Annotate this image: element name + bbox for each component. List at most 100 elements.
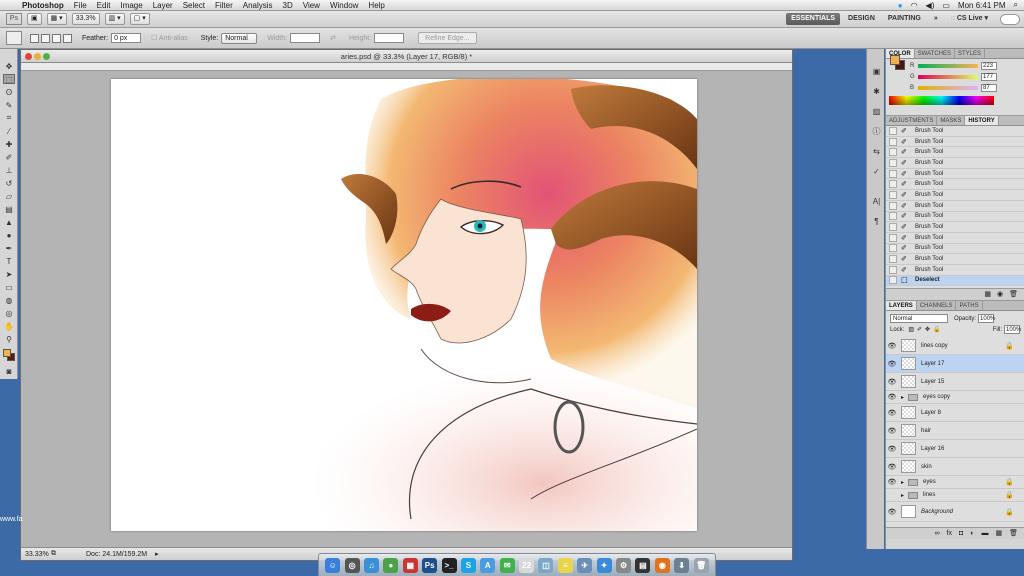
foreground-color-swatch[interactable]: [3, 349, 11, 357]
workspace-painting[interactable]: PAINTING: [883, 13, 926, 25]
menu-layer[interactable]: Layer: [153, 1, 173, 10]
zoom-window-button[interactable]: [43, 53, 50, 60]
app-store-icon[interactable]: A: [480, 557, 496, 573]
green-value[interactable]: 177: [981, 72, 997, 81]
workspace-more-button[interactable]: »: [929, 13, 943, 25]
menu-edit[interactable]: Edit: [97, 1, 111, 10]
green-slider[interactable]: [918, 74, 978, 79]
volume-icon[interactable]: ◀): [926, 1, 935, 10]
new-document-from-state-icon[interactable]: ▦: [984, 289, 991, 300]
adjustment-layer-icon[interactable]: ◐: [970, 528, 974, 539]
safari-icon[interactable]: ✦: [596, 557, 612, 573]
menu-file[interactable]: File: [74, 1, 87, 10]
swatch-panel-icon[interactable]: ▣: [871, 67, 882, 77]
layer-row-selected[interactable]: 👁 Layer 17: [886, 355, 1024, 373]
new-selection-icon[interactable]: [30, 33, 39, 43]
image-panel-icon[interactable]: ▨: [871, 107, 882, 117]
add-selection-icon[interactable]: [41, 33, 50, 43]
history-item[interactable]: ✐ Brush Tool: [886, 222, 1024, 233]
crop-tool-icon[interactable]: ⌗: [3, 113, 15, 123]
layer-row[interactable]: 👁 Layer 8: [886, 404, 1024, 422]
style-select[interactable]: Normal: [221, 32, 258, 44]
layer-row[interactable]: 👁 Layer 16: [886, 440, 1024, 458]
brush-tool-icon[interactable]: ✐: [3, 152, 15, 162]
layer-group-row[interactable]: 👁 ▸ eyes 🔒: [886, 476, 1024, 489]
canvas-area[interactable]: [21, 71, 792, 548]
visibility-eye-icon[interactable]: 👁: [887, 463, 897, 471]
new-group-icon[interactable]: ▬: [981, 528, 988, 539]
history-checkbox[interactable]: [889, 201, 897, 210]
3d-rotate-tool-icon[interactable]: ◍: [3, 295, 15, 305]
group-expand-icon[interactable]: ▸: [901, 394, 904, 401]
tool-presets-icon[interactable]: ✓: [871, 167, 882, 177]
lock-transparency-icon[interactable]: ▨: [908, 326, 914, 333]
calendar-icon[interactable]: 22: [519, 557, 535, 573]
group-expand-icon[interactable]: ▸: [901, 492, 904, 499]
history-item[interactable]: ✐ Brush Tool: [886, 201, 1024, 212]
menu-view[interactable]: View: [303, 1, 320, 10]
brush-panel-icon[interactable]: ✱: [871, 87, 882, 97]
tab-history[interactable]: HISTORY: [965, 116, 999, 125]
arrange-documents-button[interactable]: ▥ ▾: [104, 13, 125, 25]
menu-3d[interactable]: 3D: [283, 1, 293, 10]
tab-channels[interactable]: CHANNELS: [917, 301, 957, 310]
delete-layer-icon[interactable]: 🗑: [1009, 528, 1018, 539]
history-checkbox[interactable]: [889, 265, 897, 274]
lock-all-icon[interactable]: 🔒: [933, 326, 940, 333]
clone-stamp-tool-icon[interactable]: ⊥: [3, 165, 15, 175]
opacity-input[interactable]: 100%: [978, 314, 995, 323]
history-checkbox[interactable]: [889, 158, 897, 167]
intersect-selection-icon[interactable]: [63, 33, 72, 43]
view-extras-button[interactable]: ▦ ▾: [46, 13, 67, 25]
skype-status-icon[interactable]: ●: [898, 1, 903, 10]
layer-style-icon[interactable]: fx: [947, 528, 952, 539]
visibility-eye-icon[interactable]: 👁: [887, 360, 897, 368]
history-checkbox[interactable]: [889, 169, 897, 178]
history-item[interactable]: ✐ Brush Tool: [886, 212, 1024, 223]
info-panel-icon[interactable]: ⓘ: [871, 127, 882, 137]
stickies-icon[interactable]: ≡: [557, 557, 573, 573]
history-item[interactable]: ✐ Brush Tool: [886, 244, 1024, 255]
history-item[interactable]: ✐ Brush Tool: [886, 147, 1024, 159]
red-value[interactable]: 223: [981, 61, 997, 70]
menu-help[interactable]: Help: [368, 1, 384, 10]
history-checkbox[interactable]: [889, 148, 897, 157]
history-item[interactable]: ✐ Brush Tool: [886, 137, 1024, 148]
blue-value[interactable]: 87: [981, 83, 997, 92]
history-checkbox[interactable]: [889, 244, 897, 253]
pen-tool-icon[interactable]: ✒: [3, 243, 15, 253]
marquee-tool-icon[interactable]: ⬚: [3, 74, 15, 84]
ical-icon[interactable]: ▦: [402, 557, 418, 573]
width-input[interactable]: [290, 33, 321, 43]
tab-masks[interactable]: MASKS: [937, 116, 966, 125]
workspace-design[interactable]: DESIGN: [843, 13, 880, 25]
link-layers-icon[interactable]: ∞: [935, 528, 940, 539]
menu-analysis[interactable]: Analysis: [243, 1, 273, 10]
fill-input[interactable]: 100%: [1004, 325, 1021, 334]
layer-group-row[interactable]: 👁 ▸ eyes copy: [886, 391, 1024, 404]
menu-app-name[interactable]: Photoshop: [22, 1, 64, 10]
workspace-essentials[interactable]: ESSENTIALS: [786, 13, 841, 25]
visibility-eye-icon[interactable]: 👁: [887, 378, 897, 386]
layer-row[interactable]: 👁 lines copy 🔒: [886, 337, 1024, 355]
quick-mask-icon[interactable]: ◙: [3, 366, 15, 376]
gradient-tool-icon[interactable]: ▤: [3, 204, 15, 214]
shape-tool-icon[interactable]: ▭: [3, 282, 15, 292]
itunes-icon[interactable]: ♫: [363, 557, 379, 573]
messages-icon[interactable]: ✉: [499, 557, 515, 573]
swap-icon[interactable]: ⇄: [330, 34, 336, 42]
feather-input[interactable]: 0 px: [111, 33, 142, 43]
visibility-eye-icon[interactable]: 👁: [887, 342, 897, 350]
history-brush-tool-icon[interactable]: ↺: [3, 178, 15, 188]
new-snapshot-icon[interactable]: ◉: [997, 289, 1003, 300]
delete-state-icon[interactable]: 🗑: [1009, 289, 1018, 300]
system-prefs-icon[interactable]: ⚙: [616, 557, 632, 573]
preview-icon[interactable]: ◫: [538, 557, 554, 573]
antialias-checkbox[interactable]: ☐ Anti-alias: [151, 34, 188, 42]
eyedropper-tool-icon[interactable]: ⁄: [3, 126, 15, 136]
help-search-input[interactable]: [1000, 13, 1020, 25]
character-panel-icon[interactable]: A|: [871, 197, 882, 207]
menu-filter[interactable]: Filter: [215, 1, 233, 10]
status-menu-arrow-icon[interactable]: ▸: [155, 550, 159, 558]
history-checkbox[interactable]: [889, 223, 897, 232]
